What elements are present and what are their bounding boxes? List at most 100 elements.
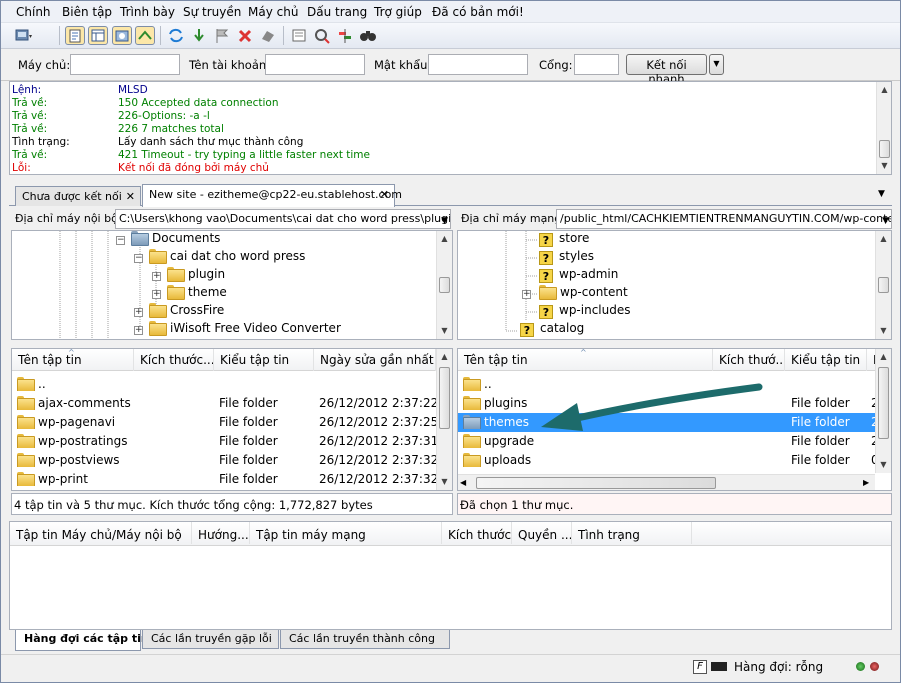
- tree-item-store[interactable]: ? store: [539, 231, 589, 249]
- remote-tree-scrollbar[interactable]: ▲ ▼: [875, 231, 891, 339]
- site-manager-icon[interactable]: [13, 26, 33, 45]
- scroll-thumb[interactable]: [878, 277, 889, 293]
- scroll-up-icon[interactable]: ▲: [876, 231, 891, 247]
- tab-not-connected[interactable]: Chưa được kết nối ✕: [15, 186, 141, 206]
- local-list-scrollbar[interactable]: ▲ ▼: [436, 349, 452, 490]
- column-local-file[interactable]: Tập tin Máy chủ/Máy nội bộ: [10, 522, 192, 544]
- menu-view[interactable]: Trình bày: [120, 5, 175, 19]
- scroll-thumb[interactable]: [476, 477, 716, 489]
- menu-server[interactable]: Máy chủ: [248, 5, 298, 19]
- scroll-up-icon[interactable]: ▲: [437, 231, 452, 247]
- tree-item-iwisoft[interactable]: iWisoft Free Video Converter: [149, 321, 341, 339]
- toggle-local-tree-icon[interactable]: [88, 26, 108, 45]
- column-priority[interactable]: Quyền ...: [512, 522, 572, 544]
- scroll-up-icon[interactable]: ▲: [437, 349, 452, 365]
- process-queue-icon[interactable]: [189, 26, 209, 45]
- table-row[interactable]: uploadsFile folder0: [458, 451, 877, 470]
- scroll-right-icon[interactable]: ▶: [863, 475, 869, 490]
- scroll-down-icon[interactable]: ▼: [437, 323, 452, 339]
- tree-expander[interactable]: +: [152, 272, 161, 281]
- table-row[interactable]: wp-postratings File folder 26/12/2012 2:37…: [12, 432, 436, 451]
- file-filter-icon[interactable]: [289, 26, 309, 45]
- column-size[interactable]: Kích thước...: [134, 349, 214, 371]
- local-address-input[interactable]: C:\Users\khong vao\Documents\cai dat cho…: [115, 209, 451, 229]
- chevron-down-icon[interactable]: ▼: [882, 216, 889, 226]
- quickconnect-dropdown-button[interactable]: ▼: [709, 54, 724, 75]
- menu-edit[interactable]: Biên tập: [62, 5, 112, 19]
- tree-item-styles[interactable]: ? styles: [539, 249, 594, 267]
- scroll-thumb[interactable]: [439, 367, 450, 429]
- tree-expander[interactable]: −: [116, 236, 125, 245]
- scroll-up-icon[interactable]: ▲: [877, 82, 891, 98]
- close-tab-icon[interactable]: ✕: [126, 190, 135, 203]
- table-row[interactable]: wp-postviews File folder 26/12/2012 2:37:3…: [12, 451, 436, 470]
- remote-list-scrollbar[interactable]: ▲ ▼: [875, 349, 891, 473]
- tree-item-wordpress[interactable]: cai dat cho word press: [149, 249, 305, 267]
- port-input[interactable]: [574, 54, 619, 75]
- menu-main[interactable]: Chính: [16, 5, 51, 19]
- scroll-down-icon[interactable]: ▼: [876, 457, 891, 473]
- disconnect-icon[interactable]: [258, 26, 278, 45]
- tab-list-dropdown-icon[interactable]: ▼: [878, 189, 885, 199]
- tree-item-crossfire[interactable]: CrossFire: [149, 303, 224, 321]
- table-row[interactable]: ..: [12, 375, 436, 394]
- tree-item-wp-includes[interactable]: ? wp-includes: [539, 303, 631, 321]
- tree-item-wp-content[interactable]: wp-content: [539, 285, 628, 303]
- scroll-down-icon[interactable]: ▼: [437, 474, 452, 490]
- remote-address-input[interactable]: /public_html/CACHKIEMTIENTRENMANGUYTIN.C…: [556, 209, 892, 229]
- tree-item-plugin[interactable]: plugin: [167, 267, 225, 285]
- password-input[interactable]: [428, 54, 528, 75]
- column-type[interactable]: Kiểu tập tin: [214, 349, 314, 371]
- tab-successful-transfers[interactable]: Các lần truyền thành công: [280, 630, 450, 649]
- menu-help[interactable]: Trợ giúp: [374, 5, 422, 19]
- scroll-down-icon[interactable]: ▼: [877, 158, 891, 174]
- tab-new-site[interactable]: New site - ezitheme@cp22-eu.stablehost.c…: [142, 184, 402, 207]
- host-input[interactable]: [70, 54, 180, 75]
- toggle-remote-tree-icon[interactable]: [112, 26, 132, 45]
- menu-transfer[interactable]: Sự truyền: [183, 5, 241, 19]
- column-type[interactable]: Kiểu tập tin: [785, 349, 867, 371]
- remote-list-hscrollbar[interactable]: ◀ ▶: [458, 474, 875, 490]
- tree-item-catalog[interactable]: ? catalog: [520, 321, 584, 339]
- column-status[interactable]: Tình trạng: [572, 522, 692, 544]
- toggle-log-icon[interactable]: [65, 26, 85, 45]
- scroll-thumb[interactable]: [879, 140, 890, 158]
- menu-new-version[interactable]: Đã có bản mới!: [432, 5, 524, 19]
- quickconnect-button[interactable]: Kết nối nhanh: [626, 54, 707, 86]
- tree-item-theme[interactable]: theme: [167, 285, 227, 303]
- scroll-left-icon[interactable]: ◀: [460, 475, 466, 490]
- tree-item-documents[interactable]: Documents: [131, 231, 220, 249]
- tab-queued-files[interactable]: Hàng đợi các tập tin: [15, 630, 149, 651]
- column-size[interactable]: Kích thước: [442, 522, 512, 544]
- column-remote-file[interactable]: Tập tin máy mạng: [250, 522, 442, 544]
- cancel-icon[interactable]: [235, 26, 255, 45]
- tree-expander[interactable]: −: [134, 254, 143, 263]
- column-direction[interactable]: Hướng...: [192, 522, 250, 544]
- close-tab-icon[interactable]: ✕: [380, 188, 389, 201]
- tree-item-wp-admin[interactable]: ? wp-admin: [539, 267, 618, 285]
- column-modified[interactable]: Ngày sửa gần nhất: [314, 349, 436, 371]
- scroll-thumb[interactable]: [878, 367, 889, 439]
- table-row[interactable]: wp-print File folder 26/12/2012 2:37:32...: [12, 470, 436, 489]
- tree-expander[interactable]: +: [152, 290, 161, 299]
- transfer-type-icon[interactable]: F: [693, 660, 707, 674]
- scroll-thumb[interactable]: [439, 277, 450, 293]
- search-binoculars-icon[interactable]: [358, 26, 378, 45]
- local-tree-scrollbar[interactable]: ▲ ▼: [436, 231, 452, 339]
- speed-limit-icon[interactable]: [711, 662, 727, 671]
- tree-expander[interactable]: +: [134, 308, 143, 317]
- tree-expander[interactable]: +: [522, 290, 531, 299]
- tree-expander[interactable]: +: [134, 326, 143, 335]
- username-input[interactable]: [265, 54, 365, 75]
- filter-flag-icon[interactable]: [212, 26, 232, 45]
- column-size[interactable]: Kích thướ...: [713, 349, 785, 371]
- toggle-queue-icon[interactable]: [135, 26, 155, 45]
- scroll-down-icon[interactable]: ▼: [876, 323, 891, 339]
- log-scrollbar[interactable]: ▲ ▼: [876, 82, 891, 174]
- chevron-down-icon[interactable]: ▼: [441, 216, 448, 226]
- table-row[interactable]: ajax-comments File folder 26/12/2012 2:37:…: [12, 394, 436, 413]
- scroll-up-icon[interactable]: ▲: [876, 349, 891, 365]
- table-row[interactable]: wp-pagenavi File folder 26/12/2012 2:37:25…: [12, 413, 436, 432]
- compare-icon[interactable]: [312, 26, 332, 45]
- tab-failed-transfers[interactable]: Các lần truyền gặp lỗi: [142, 630, 279, 649]
